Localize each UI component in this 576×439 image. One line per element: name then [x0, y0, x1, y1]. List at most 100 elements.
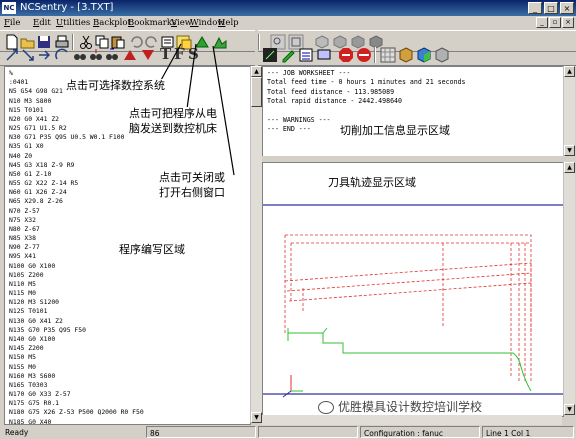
- code-line[interactable]: N20 G0 X41 Z2: [9, 115, 144, 124]
- bookmark-up-icon[interactable]: [122, 47, 138, 63]
- code-line[interactable]: N120 M3 S1200: [9, 298, 144, 307]
- annotation-toggle-line2: 打开右侧窗口: [158, 186, 226, 200]
- feed-letter-f[interactable]: F: [174, 45, 185, 63]
- worksheet-line: [267, 107, 466, 116]
- code-line[interactable]: N180 G75 X26 Z-53 P500 Q2000 R0 F50: [9, 408, 144, 417]
- scroll-up-arrow[interactable]: ▲: [564, 162, 575, 173]
- code-line[interactable]: N85 X38: [9, 234, 144, 243]
- code-line[interactable]: N185 G0 X40: [9, 418, 144, 424]
- program-scrollbar[interactable]: ▲ ▼: [250, 66, 262, 423]
- status-number: 86: [146, 426, 256, 438]
- code-line[interactable]: N80 Z-67: [9, 225, 144, 234]
- code-line[interactable]: N125 T0101: [9, 307, 144, 316]
- code-line[interactable]: N50 G1 Z-10: [9, 170, 144, 179]
- worksheet-line: Total feed time - 0 hours 1 minutes and …: [267, 78, 466, 87]
- tool-path-view[interactable]: [262, 162, 564, 417]
- code-line[interactable]: N115 M0: [9, 289, 144, 298]
- code-line[interactable]: N75 X32: [9, 216, 144, 225]
- code-line[interactable]: N10 M3 S800: [9, 97, 144, 106]
- speed-letter-s[interactable]: S: [188, 45, 199, 63]
- cube-icon[interactable]: [398, 47, 414, 63]
- annotation-tool-path: 刀具轨迹显示区域: [328, 176, 416, 189]
- scroll-up-arrow[interactable]: ▲: [564, 66, 575, 77]
- code-line[interactable]: N35 G1 X0: [9, 142, 144, 151]
- code-line[interactable]: N170 G0 X33 Z-57: [9, 390, 144, 399]
- draw-icon[interactable]: [280, 47, 296, 63]
- scroll-down-arrow[interactable]: ▼: [564, 404, 575, 415]
- code-line[interactable]: N175 G75 R0.1: [9, 399, 144, 408]
- x-axis-icon[interactable]: [4, 47, 20, 63]
- worksheet-line: Total feed distance - 113.985089: [267, 87, 395, 96]
- code-line[interactable]: N45 G3 X18 Z-9 R9: [9, 161, 144, 170]
- scroll-down-arrow[interactable]: ▼: [251, 412, 262, 423]
- replace-icon[interactable]: [104, 47, 120, 63]
- annotation-select-system: 点击可选择数控系统: [65, 79, 166, 93]
- close-button[interactable]: ×: [560, 2, 574, 14]
- code-line[interactable]: N140 G0 X100: [9, 335, 144, 344]
- code-line[interactable]: N100 G0 X100: [9, 262, 144, 271]
- graph-hscrollbar[interactable]: [262, 415, 562, 425]
- menu-backplot[interactable]: Backplot: [93, 16, 131, 30]
- menu-view[interactable]: View: [171, 16, 192, 30]
- scroll-up-arrow[interactable]: ▲: [251, 66, 262, 77]
- app-icon: NC: [2, 2, 16, 14]
- list-icon[interactable]: [298, 47, 314, 63]
- code-line[interactable]: N110 M5: [9, 280, 144, 289]
- y-axis-icon[interactable]: [20, 47, 36, 63]
- code-line[interactable]: N105 Z200: [9, 271, 144, 280]
- find-next-icon[interactable]: [88, 47, 104, 63]
- code-line[interactable]: N30 G71 P35 Q95 U0.5 W0.1 F100: [9, 133, 144, 142]
- code-line[interactable]: N15 T0101: [9, 106, 144, 115]
- tool-path-graphics: [263, 204, 563, 398]
- code-line[interactable]: N155 M0: [9, 363, 144, 372]
- code-line[interactable]: N145 Z200: [9, 344, 144, 353]
- backplot-toolbar: [258, 44, 576, 66]
- mdi-restore-button[interactable]: ▫: [549, 17, 561, 28]
- scroll-thumb[interactable]: [251, 77, 262, 107]
- backplot-icon[interactable]: [262, 47, 278, 63]
- grid-icon[interactable]: [380, 47, 396, 63]
- menu-bar: File Edit Utilities Backplot Bookmarks V…: [0, 16, 576, 30]
- z-axis-icon[interactable]: [36, 47, 52, 63]
- scroll-down-arrow[interactable]: ▼: [564, 145, 575, 156]
- code-line[interactable]: N65 X29.8 Z-26: [9, 197, 144, 206]
- display-icon[interactable]: [316, 47, 332, 63]
- menu-edit[interactable]: Edit: [33, 16, 51, 30]
- menu-bookmarks[interactable]: Bookmarks: [128, 16, 176, 30]
- colors-icon[interactable]: [416, 47, 432, 63]
- code-line[interactable]: N165 T0303: [9, 381, 144, 390]
- mdi-minimize-button[interactable]: _: [536, 17, 548, 28]
- code-line[interactable]: N60 G1 X26 Z-24: [9, 188, 144, 197]
- code-line[interactable]: N70 Z-57: [9, 207, 144, 216]
- code-line[interactable]: N40 Z0: [9, 152, 144, 161]
- tool-icon[interactable]: [434, 47, 450, 63]
- code-line[interactable]: N55 G2 X22 Z-14 R5: [9, 179, 144, 188]
- menu-help[interactable]: Help: [218, 16, 239, 30]
- bookmark-down-icon[interactable]: [140, 47, 156, 63]
- edit-toolbar: T F S: [0, 44, 255, 66]
- rotate-icon[interactable]: [54, 47, 70, 63]
- graph-scrollbar[interactable]: ▲ ▼: [563, 162, 575, 415]
- maximize-button[interactable]: □: [544, 2, 558, 14]
- annotation-cutting-info: 切削加工信息显示区域: [340, 124, 450, 137]
- code-line[interactable]: %: [9, 69, 144, 78]
- menu-file[interactable]: File: [4, 16, 20, 30]
- code-line[interactable]: N25 G71 U1.5 R2: [9, 124, 144, 133]
- title-bar: NC NCSentry - [3.TXT] _ □ ×: [0, 0, 576, 16]
- minimize-button[interactable]: _: [528, 2, 542, 14]
- job-worksheet: --- JOB WORKSHEET --- Total feed time - 0…: [262, 66, 564, 158]
- code-line[interactable]: N135 G70 P35 Q95 F50: [9, 326, 144, 335]
- menu-utilities[interactable]: Utilities: [56, 16, 90, 30]
- no-entry-icon[interactable]: [356, 47, 372, 63]
- tool-letter-t[interactable]: T: [160, 45, 171, 63]
- annotation-send-line1: 点击可把程序从电: [128, 107, 218, 121]
- code-line[interactable]: N160 M3 S600: [9, 372, 144, 381]
- code-line[interactable]: N150 M5: [9, 353, 144, 362]
- find-icon[interactable]: [72, 47, 88, 63]
- worksheet-scrollbar[interactable]: ▲ ▼: [563, 66, 575, 156]
- stop-icon[interactable]: [338, 47, 354, 63]
- mdi-close-button[interactable]: ×: [562, 17, 574, 28]
- status-bar: Ready 86 Configuration : fanuc Line 1 Co…: [0, 425, 576, 439]
- code-line[interactable]: N130 G0 X41 Z2: [9, 317, 144, 326]
- wechat-icon: [318, 401, 334, 414]
